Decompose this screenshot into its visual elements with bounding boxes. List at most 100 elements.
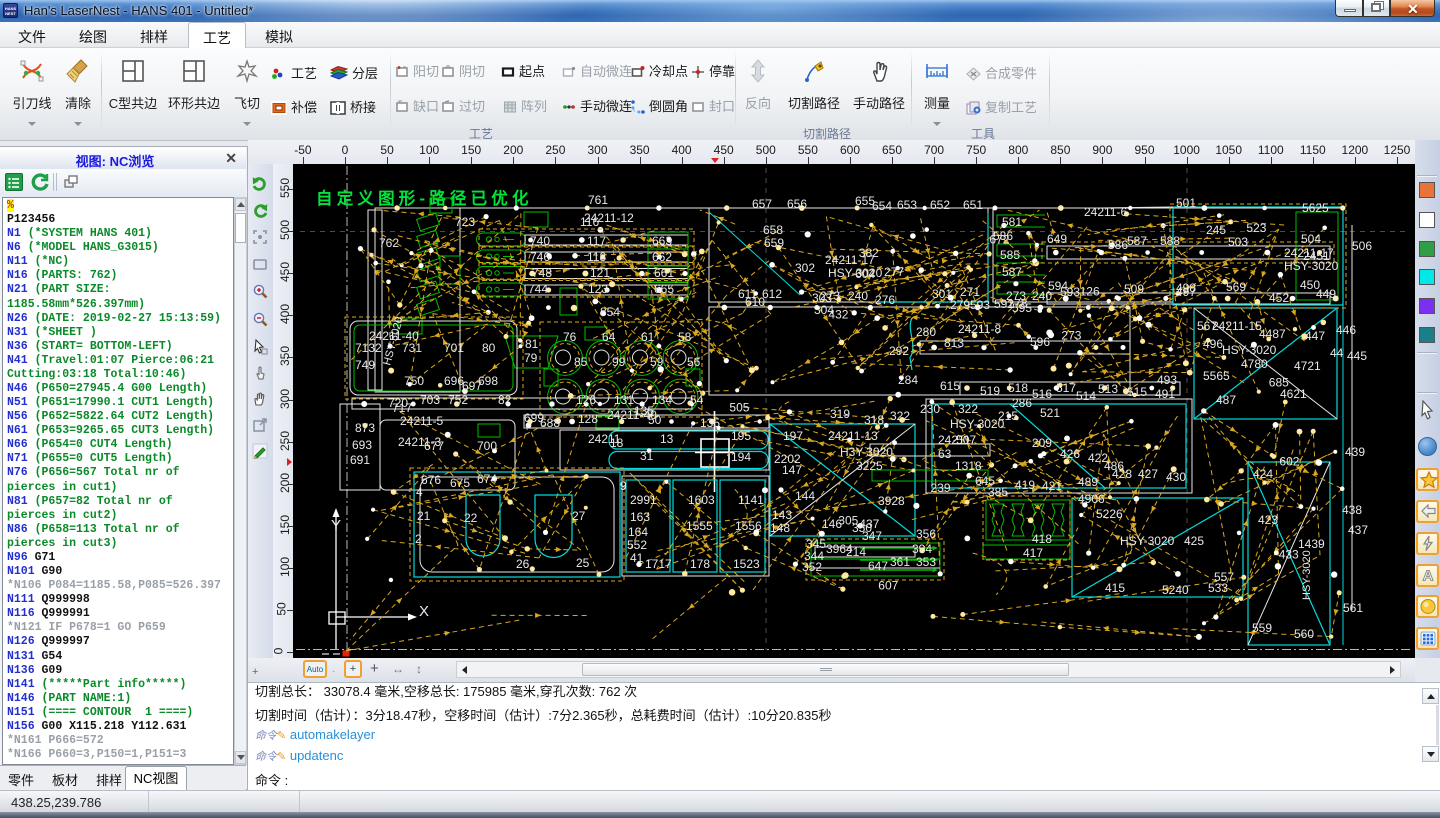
svg-text:26: 26 <box>516 557 530 571</box>
svg-text:7132: 7132 <box>355 341 382 355</box>
svg-text:452: 452 <box>1269 291 1289 305</box>
svg-text:661: 661 <box>654 266 674 280</box>
svg-text:63: 63 <box>938 447 952 461</box>
svg-text:9: 9 <box>620 479 627 493</box>
svg-text:4487: 4487 <box>1259 327 1286 341</box>
svg-text:651: 651 <box>963 198 983 212</box>
svg-text:273: 273 <box>1061 329 1081 343</box>
svg-text:496: 496 <box>1203 337 1223 351</box>
svg-text:445: 445 <box>1347 349 1367 363</box>
svg-text:559: 559 <box>1252 621 1272 635</box>
svg-text:517: 517 <box>1056 381 1076 395</box>
svg-text:24211-15: 24211-15 <box>1212 319 1262 333</box>
svg-text:24211-12: 24211-12 <box>584 211 634 225</box>
svg-text:691: 691 <box>350 453 370 467</box>
svg-text:5565: 5565 <box>1203 369 1230 383</box>
svg-text:82: 82 <box>498 393 512 407</box>
svg-text:230: 230 <box>920 402 940 416</box>
svg-text:143: 143 <box>772 508 792 522</box>
svg-text:659: 659 <box>764 236 784 250</box>
svg-text:645: 645 <box>975 474 995 488</box>
svg-text:519: 519 <box>980 384 1000 398</box>
svg-text:427: 427 <box>1138 467 1158 481</box>
svg-text:426: 426 <box>1060 447 1080 461</box>
svg-text:423: 423 <box>1258 513 1278 527</box>
svg-text:419: 419 <box>1015 478 1035 492</box>
svg-text:HSY-3020: HSY-3020 <box>1222 343 1277 357</box>
svg-text:588: 588 <box>1160 234 1180 248</box>
svg-text:134: 134 <box>652 393 672 407</box>
svg-text:356: 356 <box>916 527 936 541</box>
svg-text:701: 701 <box>444 341 464 355</box>
svg-text:3225: 3225 <box>856 459 883 473</box>
svg-text:2991: 2991 <box>630 493 657 507</box>
svg-text:54: 54 <box>690 393 704 407</box>
svg-text:自定义图形-路径已优化: 自定义图形-路径已优化 <box>316 188 533 208</box>
svg-text:761: 761 <box>588 193 608 207</box>
svg-text:24211-40: 24211-40 <box>607 408 657 422</box>
svg-text:674: 674 <box>477 472 497 486</box>
svg-text:506: 506 <box>1352 239 1372 253</box>
svg-text:656: 656 <box>787 197 807 211</box>
svg-text:421: 421 <box>1042 479 1062 493</box>
svg-text:514: 514 <box>1076 389 1096 403</box>
svg-text:433: 433 <box>1279 548 1299 562</box>
svg-text:99: 99 <box>612 355 626 369</box>
svg-text:24211-17: 24211-17 <box>1284 246 1334 260</box>
svg-text:59: 59 <box>650 355 664 369</box>
svg-text:653: 653 <box>897 198 917 212</box>
svg-text:677: 677 <box>424 439 444 453</box>
svg-text:700: 700 <box>477 439 497 453</box>
svg-text:240: 240 <box>848 289 868 303</box>
svg-text:13: 13 <box>660 432 674 446</box>
svg-text:585: 585 <box>1000 248 1020 262</box>
svg-text:750: 750 <box>404 374 424 388</box>
svg-text:123: 123 <box>588 282 608 296</box>
svg-text:593: 593 <box>970 298 990 312</box>
svg-text:64: 64 <box>602 330 616 344</box>
svg-text:439: 439 <box>1345 445 1365 459</box>
svg-text:593: 593 <box>1060 285 1080 299</box>
svg-text:430: 430 <box>1166 470 1186 484</box>
svg-text:415: 415 <box>1105 581 1125 595</box>
svg-text:209: 209 <box>1032 436 1052 450</box>
svg-text:1556: 1556 <box>735 519 762 533</box>
svg-text:437: 437 <box>1348 523 1368 537</box>
svg-text:214: 214 <box>846 545 866 559</box>
svg-text:319: 319 <box>830 407 850 421</box>
svg-text:748: 748 <box>532 266 552 280</box>
svg-text:4621: 4621 <box>1280 387 1307 401</box>
svg-text:81: 81 <box>525 337 539 351</box>
svg-text:486: 486 <box>1104 459 1124 473</box>
svg-text:5625: 5625 <box>1302 201 1329 215</box>
svg-text:762: 762 <box>379 236 399 250</box>
svg-text:HSY-3020: HSY-3020 <box>1301 550 1313 600</box>
svg-text:HSY-3020: HSY-3020 <box>950 417 1005 431</box>
svg-text:A: A <box>1423 568 1434 585</box>
svg-text:322: 322 <box>958 402 978 416</box>
svg-text:489: 489 <box>1078 475 1098 489</box>
svg-text:118: 118 <box>587 250 606 264</box>
svg-text:615: 615 <box>940 379 960 393</box>
svg-text:561: 561 <box>1343 601 1363 615</box>
svg-text:552: 552 <box>627 538 647 552</box>
svg-text:658: 658 <box>763 223 783 237</box>
svg-text:126: 126 <box>1080 284 1100 298</box>
svg-text:587: 587 <box>1002 265 1022 279</box>
svg-text:424: 424 <box>1253 467 1273 481</box>
svg-text:503: 503 <box>1228 235 1248 249</box>
svg-text:H3Y-3020: H3Y-3020 <box>840 445 893 459</box>
svg-text:22: 22 <box>464 511 478 525</box>
svg-text:749: 749 <box>355 358 375 372</box>
svg-text:4780: 4780 <box>1241 357 1268 371</box>
svg-text:505: 505 <box>729 400 749 414</box>
svg-text:4906: 4906 <box>1078 492 1105 506</box>
svg-text:24211-13: 24211-13 <box>828 429 878 443</box>
svg-text:521: 521 <box>1040 406 1060 420</box>
svg-text:276: 276 <box>875 293 895 307</box>
svg-text:24211-6: 24211-6 <box>1084 205 1127 219</box>
svg-text:HSY-3020: HSY-3020 <box>1284 259 1339 273</box>
svg-text:723: 723 <box>455 215 475 229</box>
svg-text:438: 438 <box>1342 503 1362 517</box>
svg-text:1555: 1555 <box>686 519 713 533</box>
